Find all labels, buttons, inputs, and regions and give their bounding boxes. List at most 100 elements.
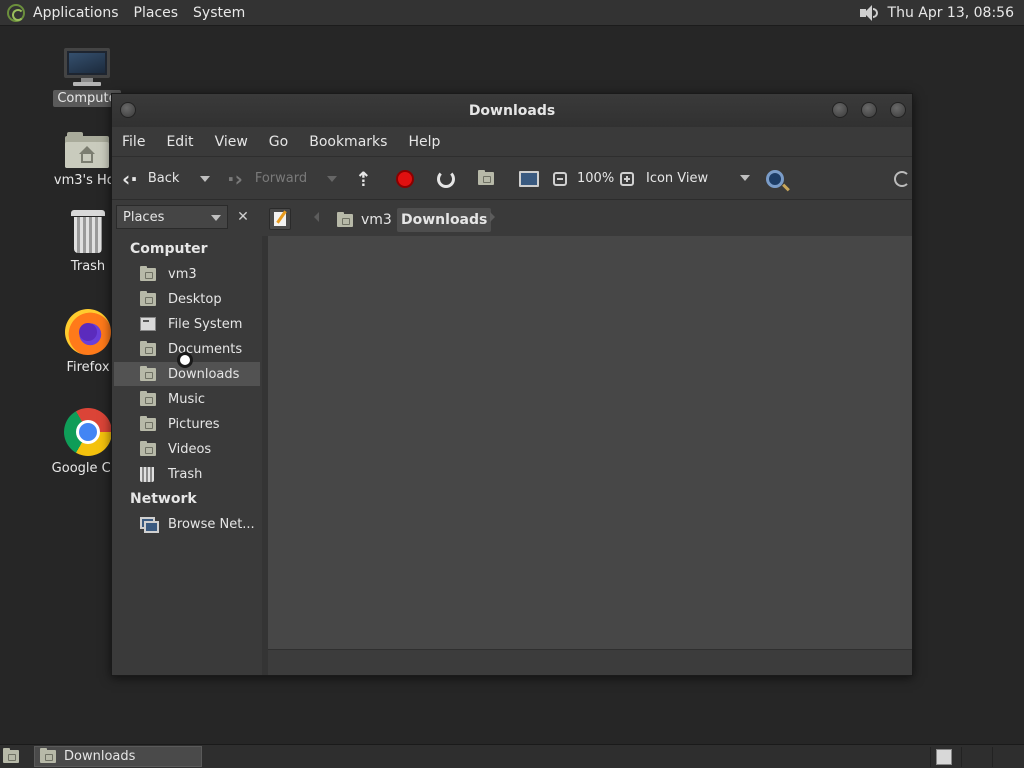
sidebar-item-label: File System — [168, 316, 243, 332]
breadcrumb-label: vm3 — [361, 212, 392, 228]
sidebar-close-button[interactable]: ✕ — [232, 205, 254, 229]
sidebar-item-videos[interactable]: Videos — [114, 437, 260, 461]
computer-button[interactable] — [519, 157, 539, 200]
close-icon: ✕ — [237, 209, 249, 225]
back-label: Back — [147, 171, 180, 186]
home-folder-icon — [478, 170, 494, 185]
sidebar-item-label: vm3 — [168, 266, 197, 282]
folder-icon — [140, 415, 156, 431]
up-arrow-icon: ⇡ — [355, 166, 372, 191]
activity-spinner — [894, 157, 910, 200]
back-history-dropdown[interactable] — [200, 157, 210, 200]
volume-icon[interactable] — [858, 5, 878, 21]
top-panel: Applications Places System Thu Apr 13, 0… — [0, 0, 1024, 26]
workspace-1[interactable] — [930, 747, 960, 767]
home-folder-icon — [337, 211, 353, 227]
sidebar-type-select[interactable]: Places — [116, 205, 228, 229]
file-view-area[interactable] — [268, 236, 912, 649]
maximize-button[interactable] — [861, 102, 877, 118]
folder-icon — [140, 365, 156, 381]
menu-edit[interactable]: Edit — [166, 134, 193, 150]
minimize-button[interactable] — [832, 102, 848, 118]
sidebar-type-label: Places — [123, 209, 165, 225]
sidebar-item-label: Pictures — [168, 416, 220, 432]
menu-go[interactable]: Go — [269, 134, 288, 150]
folder-icon — [40, 748, 56, 763]
menu-help[interactable]: Help — [408, 134, 440, 150]
menu-file[interactable]: File — [122, 134, 145, 150]
reload-icon — [437, 169, 455, 188]
window-menu-button[interactable] — [120, 102, 136, 118]
edit-location-button[interactable] — [269, 208, 291, 230]
firefox-icon — [65, 309, 111, 355]
sidebar-item-file-system[interactable]: File System — [114, 312, 260, 336]
sidebar-item-label: Trash — [168, 466, 203, 482]
up-button[interactable]: ⇡ — [355, 157, 372, 200]
forward-label: Forward — [254, 171, 308, 186]
reload-button[interactable] — [437, 157, 455, 200]
chevron-down-icon — [211, 215, 221, 221]
sidebar-item-pictures[interactable]: Pictures — [114, 412, 260, 436]
folder-icon — [140, 340, 156, 356]
clock[interactable]: Thu Apr 13, 08:56 — [888, 5, 1014, 21]
menubar: File Edit View Go Bookmarks Help — [112, 127, 912, 157]
chrome-icon — [64, 408, 112, 456]
breadcrumb-scroll-right[interactable] — [490, 212, 495, 222]
bottom-panel: Downloads — [0, 744, 1024, 768]
sidebar-item-vm3[interactable]: vm3 — [114, 262, 260, 286]
trash-icon — [140, 466, 154, 482]
forward-arrow-icon: ·› — [227, 166, 243, 191]
breadcrumb-scroll-left[interactable] — [314, 212, 319, 222]
chevron-down-icon — [327, 175, 337, 182]
close-button[interactable] — [890, 102, 906, 118]
show-desktop-icon — [3, 748, 19, 763]
zoom-out-button[interactable] — [553, 157, 567, 200]
panel-tray: Thu Apr 13, 08:56 — [858, 0, 1014, 26]
network-icon — [140, 517, 159, 533]
sidebar-item-label: Videos — [168, 441, 212, 457]
computer-icon — [519, 170, 539, 187]
home-folder-icon — [140, 265, 156, 281]
window-titlebar[interactable]: Downloads — [112, 94, 912, 127]
status-bar — [268, 649, 912, 675]
trash-icon — [71, 210, 105, 254]
zoom-in-button[interactable] — [620, 157, 634, 200]
menu-places[interactable]: Places — [134, 5, 179, 21]
sidebar-item-label: Music — [168, 391, 205, 407]
menu-bookmarks[interactable]: Bookmarks — [309, 134, 387, 150]
back-button[interactable]: ‹· Back — [122, 157, 179, 200]
home-button[interactable] — [478, 157, 494, 200]
taskbar-item-downloads[interactable]: Downloads — [34, 746, 202, 767]
distro-logo-icon[interactable] — [7, 3, 25, 22]
menu-view[interactable]: View — [215, 134, 248, 150]
sidebar-item-label: Downloads — [168, 366, 240, 382]
desktop-icon-label: Firefox — [66, 360, 110, 375]
menu-system[interactable]: System — [193, 5, 245, 21]
zoom-in-icon — [620, 171, 634, 186]
window-title: Downloads — [468, 102, 556, 119]
sidebar-item-browse-network[interactable]: Browse Net... — [114, 512, 260, 536]
search-button[interactable] — [766, 157, 784, 200]
forward-button[interactable]: ·› Forward — [227, 157, 307, 200]
chevron-down-icon — [200, 175, 210, 182]
sidebar-item-trash[interactable]: Trash — [114, 462, 260, 486]
sidebar-heading-network: Network — [130, 491, 197, 507]
zoom-level[interactable]: 100% — [577, 157, 614, 200]
folder-icon — [140, 390, 156, 406]
stop-icon — [396, 169, 414, 188]
spinner-icon — [894, 170, 910, 187]
workspace-3[interactable] — [992, 747, 1022, 767]
sidebar-item-music[interactable]: Music — [114, 387, 260, 411]
show-desktop-button[interactable] — [3, 748, 21, 765]
sidebar-item-desktop[interactable]: Desktop — [114, 287, 260, 311]
breadcrumb-vm3[interactable]: vm3 — [333, 208, 396, 232]
forward-history-dropdown[interactable] — [327, 157, 337, 200]
sidebar-item-label: Browse Net... — [168, 516, 255, 532]
view-mode-select[interactable]: Icon View — [646, 157, 750, 200]
stop-button[interactable] — [396, 157, 414, 200]
menu-applications[interactable]: Applications — [33, 5, 119, 21]
workspace-2[interactable] — [961, 747, 991, 767]
breadcrumb-downloads[interactable]: Downloads — [397, 208, 492, 232]
toolbar: ‹· Back ·› Forward ⇡ 100% Icon View — [112, 157, 912, 200]
sidebar-item-label: Desktop — [168, 291, 222, 307]
